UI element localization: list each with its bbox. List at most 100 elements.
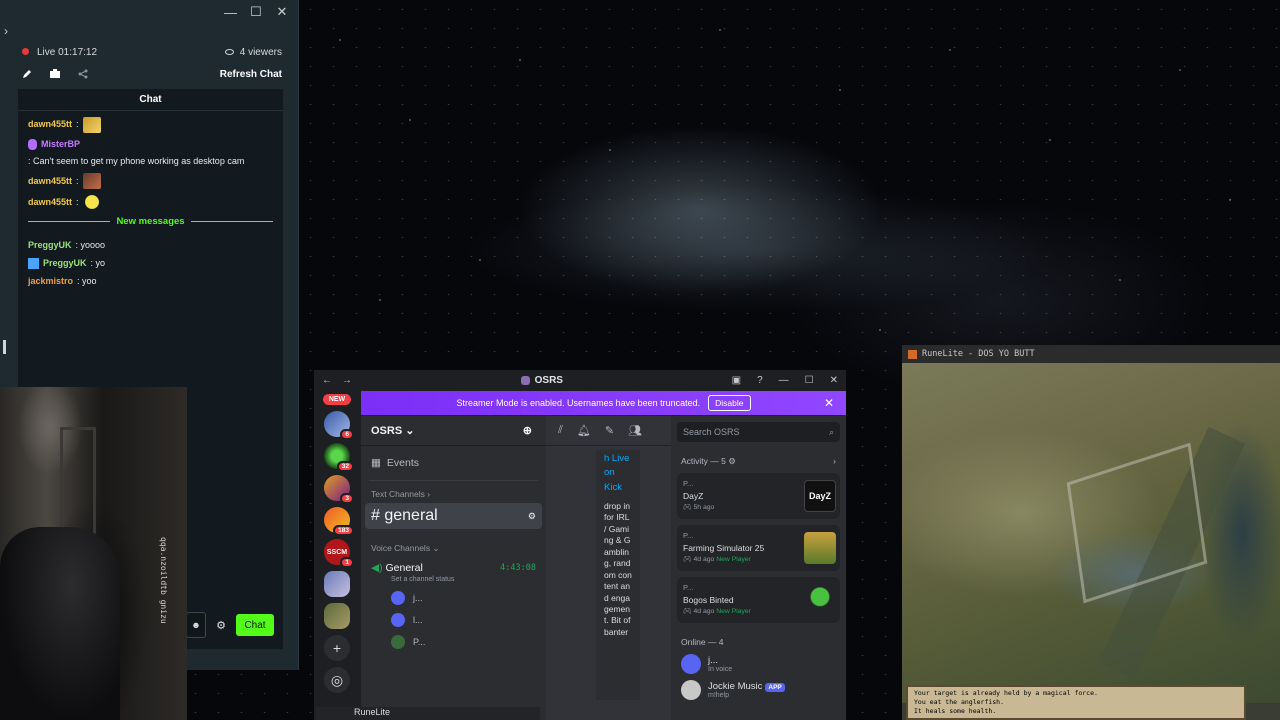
message-link[interactable]: h Live on Kick: [604, 452, 632, 495]
members-icon[interactable]: 👥︎: [628, 424, 642, 437]
chat-username[interactable]: PreggyUK: [43, 257, 87, 270]
message-text: drop in for IRL / Gaming & Gambling, ran…: [604, 500, 632, 637]
camera-icon[interactable]: [50, 69, 60, 79]
voice-user[interactable]: j...: [361, 591, 546, 605]
member-item[interactable]: j... In voice: [671, 651, 846, 677]
bell-icon[interactable]: 🔔︎: [577, 424, 591, 437]
server-item[interactable]: [324, 603, 350, 629]
live-dot-icon: [22, 47, 29, 55]
activity-game: Farming Simulator 25: [683, 543, 765, 554]
threads-icon[interactable]: ⫽: [558, 424, 563, 437]
chat-username[interactable]: dawn455tt: [28, 196, 72, 209]
emote-icon: [82, 194, 101, 211]
emote-icon: [82, 117, 101, 133]
settings-icon[interactable]: ⚙: [528, 511, 536, 522]
close-button[interactable]: ✕: [276, 4, 288, 20]
minimize-button[interactable]: —: [779, 375, 789, 386]
add-server-icon[interactable]: +: [324, 635, 350, 661]
server-item-sscm[interactable]: SSCM 1: [324, 539, 354, 568]
member-sidebar: Search OSRS ⌕ Activity — 5 ⚙ › P... DayZ…: [671, 416, 846, 720]
channel-toolbar: ⫽ 🔔︎ ✎ 👥︎: [546, 416, 671, 446]
chat-username[interactable]: jackmistro: [28, 275, 73, 288]
voice-user[interactable]: P...: [361, 635, 546, 649]
maximize-button[interactable]: ☐: [805, 375, 814, 386]
activity-card[interactable]: P... DayZ 🎮︎ 5h ago DayZ: [677, 473, 840, 519]
chat-message: jackmistro: yoo: [28, 275, 273, 288]
server-item-osrs[interactable]: [324, 571, 350, 597]
channel-status[interactable]: Set a channel status: [361, 576, 546, 583]
send-chat-button[interactable]: Chat: [236, 614, 274, 636]
runelite-logo-icon: [908, 349, 917, 359]
emoji-button[interactable]: ☻: [186, 612, 206, 638]
pin-icon[interactable]: ✎: [605, 424, 614, 437]
server-label: SSCM: [326, 548, 348, 556]
scrollbar-thumb[interactable]: [3, 340, 6, 354]
server-item[interactable]: 3: [324, 475, 354, 504]
unread-count: 6: [340, 429, 354, 440]
chat-username[interactable]: dawn455tt: [28, 118, 72, 131]
voice-channel-general[interactable]: ◀) General 4:43:08: [361, 562, 546, 574]
calendar-icon: ▦: [371, 457, 381, 469]
chat-username[interactable]: MisterBP: [41, 138, 80, 151]
pencil-icon[interactable]: [22, 69, 32, 79]
game-viewport[interactable]: [902, 363, 1280, 703]
maximize-button[interactable]: ☐: [250, 4, 262, 20]
avatar: [391, 635, 405, 649]
chat-panel-title: Chat: [18, 89, 283, 111]
help-icon[interactable]: ?: [757, 375, 763, 386]
gear-icon[interactable]: ⚙: [214, 618, 228, 632]
channel-general[interactable]: # general ⚙: [365, 503, 542, 529]
avatar: [681, 654, 701, 674]
channel-name: general: [384, 507, 438, 524]
close-button[interactable]: ✕: [830, 375, 838, 386]
game-chat-line: You eat the anglerfish.: [914, 697, 1005, 706]
server-rail: NEW 6 32 3 183 SSCM 1 + ◎: [314, 390, 360, 720]
new-player-tag: New Player: [716, 555, 751, 563]
voice-user[interactable]: l...: [361, 613, 546, 627]
server-item[interactable]: 32: [324, 443, 354, 472]
category-label: Text Channels: [371, 489, 425, 499]
chat-input-row: ☻ ⚙ Chat: [186, 612, 274, 638]
game-thumbnail: DayZ: [804, 480, 836, 512]
unread-count: 1: [340, 557, 354, 568]
discover-compass-icon[interactable]: ◎: [324, 667, 350, 693]
live-status-row: Live 01:17:12 4 viewers: [0, 38, 298, 60]
activity-card[interactable]: P... Bogos Binted 🎮︎ 4d ago New Player: [677, 577, 840, 623]
voice-channel-name: General: [385, 562, 423, 574]
game-structure: [1066, 442, 1208, 604]
events-item[interactable]: ▦ Events: [361, 446, 546, 480]
share-icon[interactable]: [78, 69, 88, 79]
member-item[interactable]: Jockie Music APP m!help: [671, 677, 846, 703]
category-voice-channels[interactable]: Voice Channels ⌄: [361, 543, 546, 554]
chat-username[interactable]: PreggyUK: [28, 239, 72, 252]
search-icon: ⌕: [828, 426, 834, 437]
game-thumbnail: [804, 584, 836, 616]
back-arrow-icon[interactable]: ←: [322, 375, 332, 386]
new-badge[interactable]: NEW: [322, 394, 352, 405]
category-text-channels[interactable]: Text Channels ›: [361, 489, 546, 499]
chevron-right-icon[interactable]: ›: [833, 456, 836, 467]
activity-time: 4d ago: [693, 555, 715, 563]
runelite-activity-tab[interactable]: RuneLite: [316, 707, 540, 720]
invite-icon[interactable]: ⊕: [523, 424, 532, 437]
unread-count: 3: [340, 493, 354, 504]
activity-user: P...: [683, 531, 694, 541]
server-item[interactable]: 6: [324, 411, 354, 440]
disable-streamer-mode-button[interactable]: Disable: [708, 395, 751, 411]
chat-username[interactable]: dawn455tt: [28, 175, 72, 188]
message-area: ⫽ 🔔︎ ✎ 👥︎ h Live on Kick drop in for IRL…: [546, 416, 671, 720]
avatar: [391, 613, 405, 627]
activity-card[interactable]: P... Farming Simulator 25 🎮︎ 4d ago New …: [677, 525, 840, 571]
viewer-count: 4 viewers: [239, 46, 282, 58]
minimize-button[interactable]: —: [224, 5, 237, 20]
expand-chevron-icon[interactable]: ›: [4, 24, 8, 38]
forward-arrow-icon[interactable]: →: [342, 375, 352, 386]
server-header[interactable]: OSRS ⌄ ⊕: [361, 416, 546, 446]
inbox-icon[interactable]: ▣: [732, 375, 741, 386]
close-icon[interactable]: ✕: [824, 396, 834, 410]
search-input[interactable]: Search OSRS ⌕: [677, 422, 840, 442]
unread-count: 32: [336, 461, 354, 472]
discord-titlebar: ← → OSRS ▣ ? — ☐ ✕: [314, 370, 846, 390]
server-item[interactable]: 183: [324, 507, 354, 536]
refresh-chat-button[interactable]: Refresh Chat: [220, 69, 282, 80]
